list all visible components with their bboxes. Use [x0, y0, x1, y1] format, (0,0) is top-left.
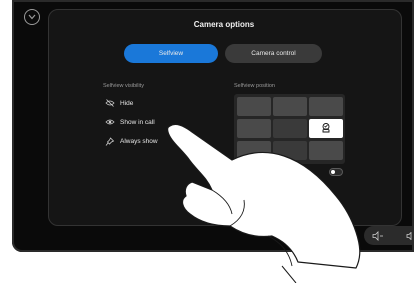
pointing-hand-illustration — [167, 123, 361, 283]
